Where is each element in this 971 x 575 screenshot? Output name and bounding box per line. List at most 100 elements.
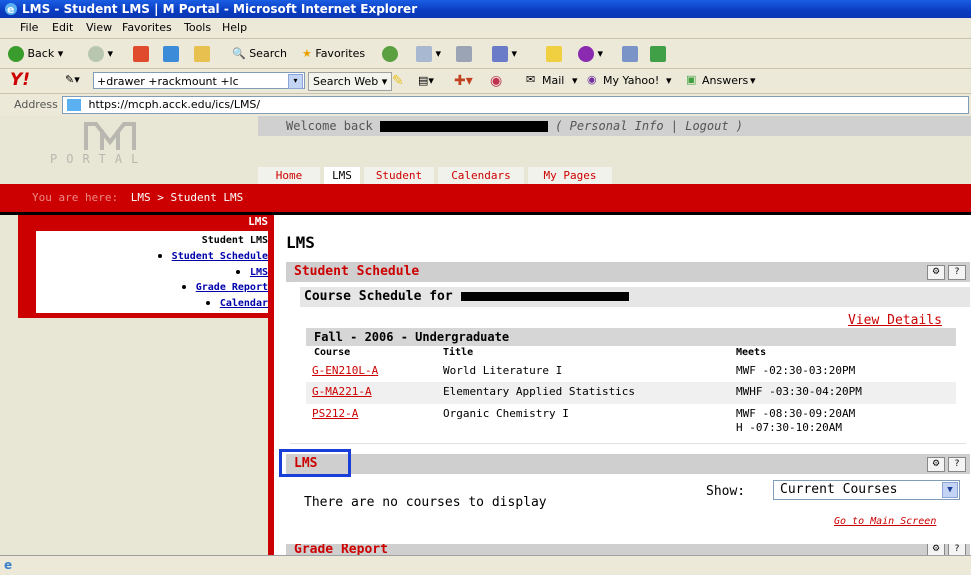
section-divider (290, 443, 966, 444)
discuss-button[interactable] (546, 44, 562, 64)
answers-link[interactable]: Answers (702, 74, 748, 87)
nav-item-student-schedule[interactable]: Student Schedule (157, 251, 268, 262)
nav-label: Student LMS (201, 235, 268, 246)
anti-spy-icon[interactable]: ✚▾ (454, 73, 473, 89)
favorites-button[interactable]: ★ Favorites (302, 44, 365, 64)
links-button[interactable] (650, 44, 666, 64)
messenger-button[interactable]: ▾ (578, 44, 603, 64)
table-row: G-EN210L-A World Literature I MWF -02:30… (306, 360, 956, 382)
tab-home[interactable]: Home (258, 167, 320, 184)
layout-icon[interactable]: ▤▾ (418, 74, 434, 87)
nav-link[interactable]: Grade Report (196, 282, 268, 293)
course-meets: H -07:30-10:20AM (736, 421, 842, 434)
go-main-link[interactable]: Go to Main Screen (834, 516, 936, 527)
menu-favorites[interactable]: Favorites (122, 18, 172, 38)
my-yahoo-link[interactable]: My Yahoo! (603, 74, 659, 87)
back-arrow-icon (8, 46, 24, 62)
dropdown-arrow-icon[interactable]: ▾ (288, 74, 303, 89)
grade-header: Grade Report ⚙? (286, 544, 970, 555)
settings-icon[interactable]: ⚙ (927, 544, 945, 555)
welcome-links[interactable]: ( Personal Info | Logout ) (555, 119, 743, 133)
search-icon: 🔍 (232, 47, 246, 60)
bullet-icon (235, 270, 240, 274)
yahoo-search-input[interactable]: +drawer +rackmount +lc ▾ (93, 72, 305, 89)
nav-link[interactable]: Calendar (220, 298, 268, 309)
search-web-button[interactable]: Search Web ▾ (308, 72, 393, 91)
help-icon[interactable]: ? (948, 265, 966, 280)
menu-edit[interactable]: Edit (52, 18, 73, 38)
course-link[interactable]: G-EN210L-A (312, 364, 378, 378)
tab-my-pages[interactable]: My Pages (528, 167, 612, 184)
settings-icon[interactable]: ⚙ (927, 265, 945, 280)
course-link[interactable]: G-MA221-A (312, 385, 372, 399)
show-select[interactable]: Current Courses ▼ (773, 480, 960, 500)
table-row: G-MA221-A Elementary Applied Statistics … (306, 382, 956, 404)
course-title: World Literature I (443, 364, 563, 377)
breadcrumb: You are here: LMS > Student LMS (0, 184, 971, 212)
address-input[interactable]: https://mcph.acck.edu/ics/LMS/ (62, 96, 969, 114)
bullet-icon (181, 285, 186, 289)
nav-item-lms[interactable]: LMS (235, 267, 268, 278)
grade-title[interactable]: Grade Report (294, 544, 388, 555)
home-button[interactable] (194, 44, 210, 64)
back-label: Back (27, 47, 55, 60)
mail-icon[interactable]: ✉ (526, 73, 535, 86)
chevron-down-icon[interactable]: ▼ (942, 482, 958, 498)
chevron-down-icon[interactable]: ▾ (666, 74, 672, 87)
favorites-label: Favorites (315, 47, 366, 60)
highlight-pen-icon[interactable]: ✎ (392, 73, 404, 89)
mail-link[interactable]: Mail (542, 74, 564, 87)
research-button[interactable] (622, 44, 638, 64)
help-icon[interactable]: ? (948, 457, 966, 472)
menu-help[interactable]: Help (222, 18, 247, 38)
edit-button[interactable]: ▾ (492, 44, 517, 64)
welcome-bar: Welcome back ( Personal Info | Logout ) (258, 116, 971, 136)
nav-header: LMS (248, 215, 268, 228)
history-button[interactable] (382, 44, 398, 64)
tab-lms[interactable]: LMS (324, 167, 360, 185)
mail-tool-button[interactable]: ▾ (416, 44, 441, 64)
chevron-down-icon[interactable]: ▾ (750, 74, 756, 87)
help-icon[interactable]: ? (948, 544, 966, 555)
course-title: Organic Chemistry I (443, 407, 569, 420)
forward-button[interactable]: ▾ (88, 44, 113, 64)
links-icon (650, 46, 666, 62)
back-button[interactable]: Back ▾ (8, 44, 63, 64)
chevron-down-icon[interactable]: ▾ (572, 74, 578, 87)
standard-toolbar: Back ▾ ▾ 🔍 Search ★ Favorites ▾ ▾ ▾ (0, 39, 971, 69)
search-button[interactable]: 🔍 Search (232, 44, 287, 64)
yahoo-logo[interactable]: Y! (10, 70, 30, 90)
tab-calendars[interactable]: Calendars (438, 167, 524, 184)
left-nav: LMS Student LMS Student Schedule LMS Gra… (0, 215, 274, 560)
nav-item-calendar[interactable]: Calendar (205, 298, 268, 309)
music-icon[interactable]: ◉ (490, 73, 502, 89)
stop-button[interactable] (133, 44, 149, 64)
nav-link[interactable]: Student Schedule (172, 251, 268, 262)
research-icon (622, 46, 638, 62)
settings-icon[interactable]: ⚙ (927, 457, 945, 472)
empty-message: There are no courses to display (304, 495, 547, 510)
tab-student[interactable]: Student (364, 167, 434, 184)
menu-view[interactable]: View (86, 18, 112, 38)
view-details-link[interactable]: View Details (848, 313, 942, 328)
pencil-icon[interactable]: ✎▾ (65, 73, 80, 86)
portal-logo[interactable]: PORTAL (50, 120, 190, 170)
refresh-button[interactable] (163, 44, 179, 64)
menu-file[interactable]: File (20, 18, 38, 38)
nav-link[interactable]: LMS (250, 267, 268, 278)
nav-item-student-lms[interactable]: Student LMS (202, 235, 268, 246)
course-link[interactable]: PS212-A (312, 407, 358, 421)
menu-tools[interactable]: Tools (184, 18, 211, 38)
table-row: PS212-A Organic Chemistry I MWF -08:30-0… (306, 404, 956, 436)
search-web-label: Search Web (313, 75, 379, 88)
address-url: https://mcph.acck.edu/ics/LMS/ (88, 98, 261, 111)
schedule-subtitle: Course Schedule for (300, 287, 970, 307)
schedule-title[interactable]: Student Schedule (294, 262, 419, 282)
nav-item-grade-report[interactable]: Grade Report (181, 282, 268, 293)
breadcrumb-path[interactable]: LMS > Student LMS (131, 191, 244, 204)
print-button[interactable] (456, 44, 472, 64)
col-course: Course (314, 347, 351, 358)
ie-logo-icon: e (5, 3, 17, 16)
refresh-icon (163, 46, 179, 62)
lms-header: LMS ⚙? (286, 454, 970, 474)
